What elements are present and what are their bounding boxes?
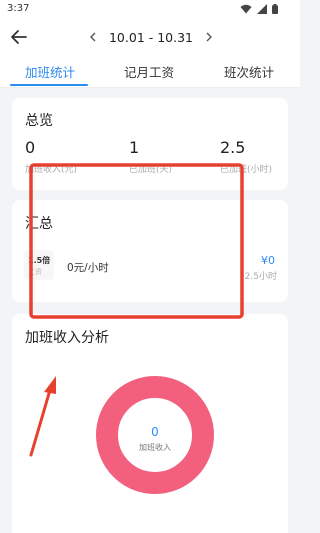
pay-multiplier: 1.5倍	[28, 256, 51, 265]
pay-badge-label: 工资	[28, 268, 42, 276]
donut-center-value: 0	[151, 425, 159, 439]
analysis-title: 加班收入分析	[25, 330, 109, 346]
status-icons	[240, 4, 278, 14]
tab-bar: 加班统计 记月工资 班次统计	[0, 54, 300, 88]
summary-title: 汇总	[25, 216, 53, 232]
chevron-right-icon[interactable]	[202, 26, 216, 48]
overtime-hours-value: 2.5	[220, 138, 246, 157]
overtime-hours-label: 已加班(小时)	[220, 165, 273, 175]
signal-icon	[257, 4, 267, 14]
tab-monthly-salary[interactable]: 记月工资	[124, 62, 174, 81]
overview-card	[12, 98, 288, 190]
status-time: 3:37	[7, 3, 30, 14]
pay-hours: 2.5小时	[244, 272, 277, 282]
arrow-left-icon[interactable]	[8, 26, 30, 48]
overtime-days-value: 1	[129, 138, 140, 157]
donut-center: 0 加班收入	[105, 425, 205, 453]
active-tab-indicator	[10, 84, 88, 86]
overtime-income-value: 0	[25, 138, 36, 157]
donut-center-label: 加班收入	[139, 443, 171, 452]
period-selector: 10.01 - 10.31	[86, 26, 216, 48]
tab-overtime-stats[interactable]: 加班统计	[25, 62, 75, 81]
hourly-rate: 0元/小时	[67, 262, 109, 274]
wifi-icon	[240, 4, 252, 14]
date-range[interactable]: 10.01 - 10.31	[109, 30, 193, 45]
pay-amount: ¥0	[261, 254, 275, 267]
chevron-left-icon[interactable]	[86, 26, 100, 48]
battery-icon	[272, 4, 278, 14]
pay-multiplier-badge: 1.5倍 工资	[24, 250, 54, 280]
overtime-days-label: 已加班(天)	[129, 165, 173, 175]
overtime-income-label: 加班收入(元)	[25, 165, 78, 175]
tab-shift-stats[interactable]: 班次统计	[224, 62, 274, 81]
top-bar: 10.01 - 10.31	[0, 20, 300, 54]
overview-title: 总览	[25, 113, 53, 129]
status-bar: 3:37	[0, 0, 300, 20]
